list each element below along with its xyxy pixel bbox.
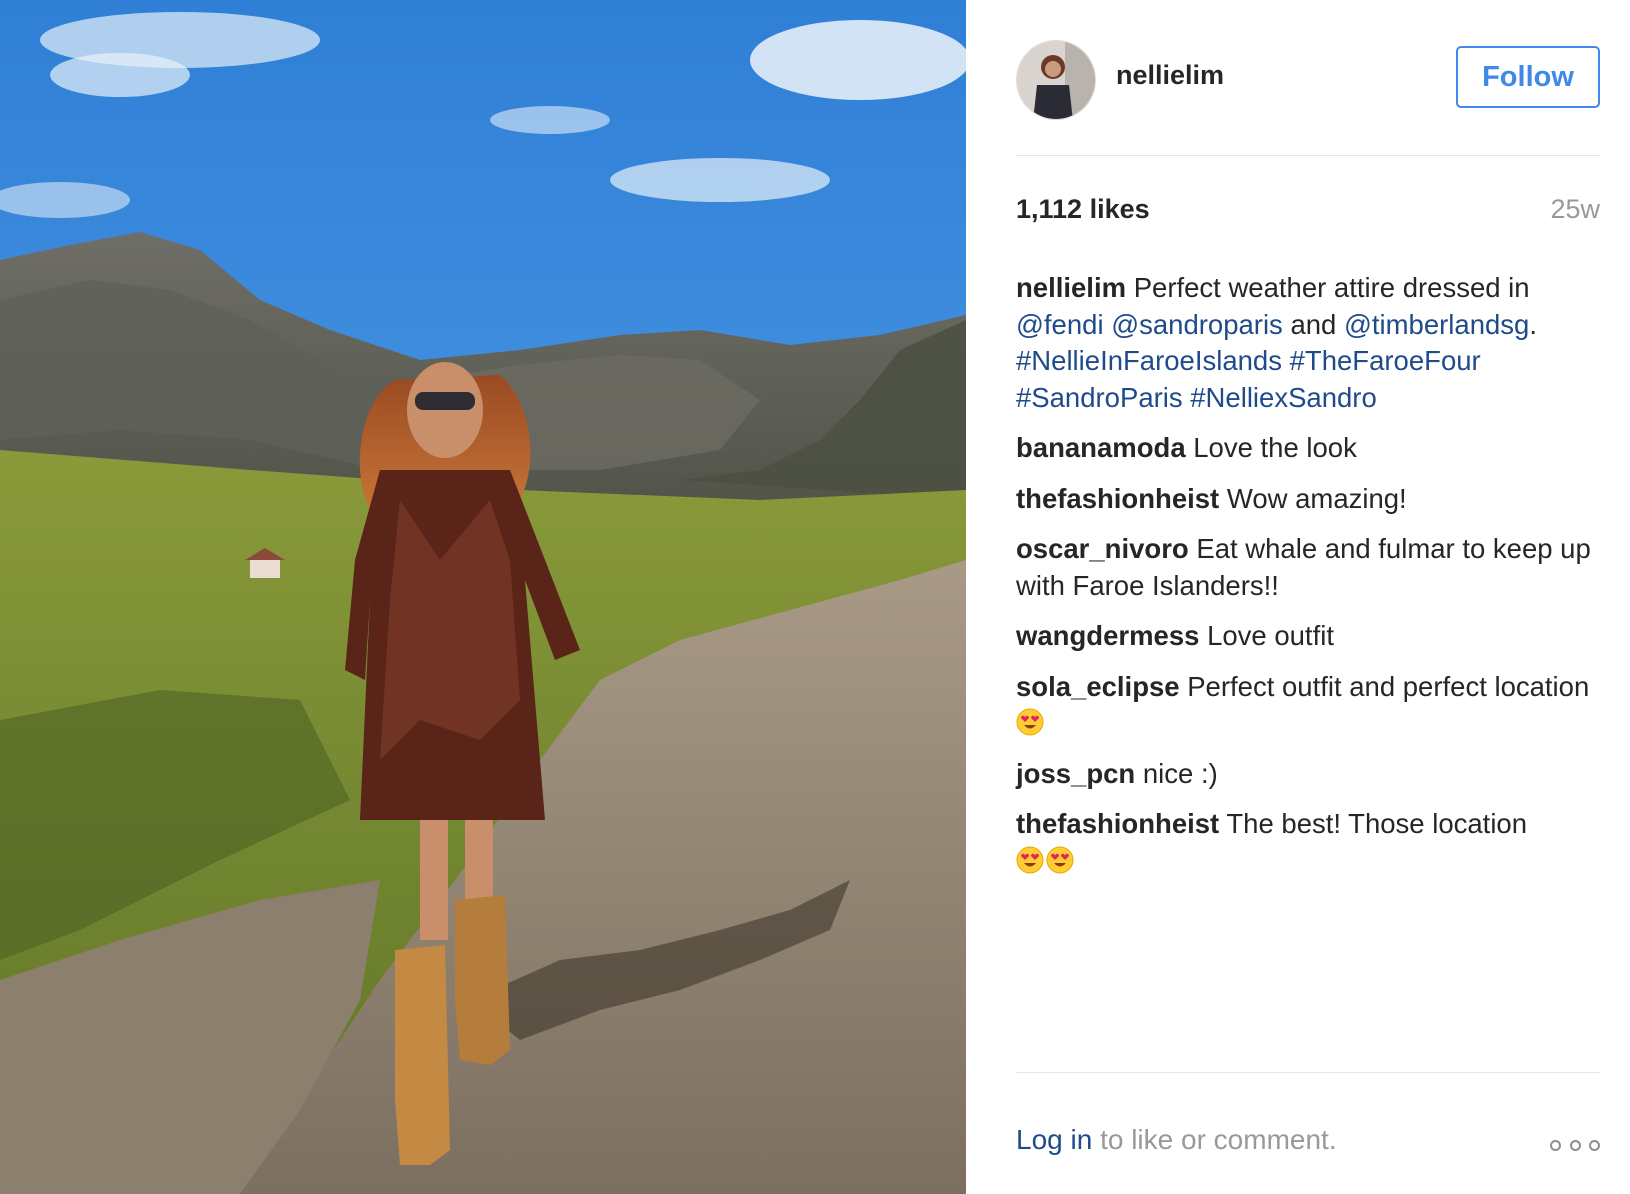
comments-list: nellielim Perfect weather attire dressed… bbox=[1016, 270, 1600, 893]
post-footer: Log in to like or comment. bbox=[1016, 1116, 1600, 1166]
hashtag-link[interactable]: #NelliexSandro bbox=[1190, 382, 1377, 413]
caption-text: Perfect weather attire dressed in bbox=[1133, 272, 1530, 303]
post-sidebar: nellielim Follow 1,112 likes 25w nelliel… bbox=[1016, 0, 1600, 1194]
heart-eyes-emoji-icon bbox=[1016, 708, 1044, 736]
comment-author[interactable]: thefashionheist bbox=[1016, 808, 1219, 839]
login-suffix: to like or comment. bbox=[1100, 1124, 1337, 1155]
hashtag-link[interactable]: #TheFaroeFour bbox=[1290, 345, 1481, 376]
comment-item: wangdermess Love outfit bbox=[1016, 618, 1600, 655]
caption-text: . bbox=[1529, 308, 1537, 340]
comment-item: joss_pcn nice :) bbox=[1016, 756, 1600, 793]
heart-eyes-emoji-icon bbox=[1046, 846, 1074, 874]
footer-divider bbox=[1016, 1072, 1600, 1073]
header-divider bbox=[1016, 155, 1600, 156]
post-photo[interactable] bbox=[0, 0, 966, 1194]
follow-button[interactable]: Follow bbox=[1456, 46, 1600, 108]
likes-count[interactable]: 1,112 likes bbox=[1016, 194, 1150, 225]
comment-text: nice :) bbox=[1142, 757, 1218, 789]
comment-text: Perfect outfit and perfect location bbox=[1187, 670, 1590, 702]
comment-text: Wow amazing! bbox=[1226, 482, 1407, 514]
dot-icon bbox=[1550, 1139, 1561, 1151]
heart-eyes-emoji-icon bbox=[1016, 846, 1044, 874]
comment-author[interactable]: joss_pcn bbox=[1016, 758, 1135, 789]
comment-author[interactable]: thefashionheist bbox=[1016, 483, 1219, 514]
more-options-icon[interactable] bbox=[1550, 1138, 1600, 1152]
comment-item: sola_eclipse Perfect outfit and perfect … bbox=[1016, 669, 1600, 742]
dot-icon bbox=[1569, 1139, 1581, 1151]
caption-author[interactable]: nellielim bbox=[1016, 272, 1126, 303]
landscape-photo-illustration bbox=[0, 0, 966, 1194]
dot-icon bbox=[1589, 1139, 1600, 1151]
likes-row: 1,112 likes 25w bbox=[1016, 194, 1600, 234]
comment-text: Love the look bbox=[1193, 432, 1357, 463]
comment-item: thefashionheist Wow amazing! bbox=[1016, 481, 1600, 518]
comment-author[interactable]: sola_eclipse bbox=[1016, 671, 1180, 702]
comment-text: The best! Those location bbox=[1226, 808, 1528, 839]
mention-link[interactable]: @timberlandsg bbox=[1344, 309, 1529, 340]
profile-avatar[interactable] bbox=[1016, 40, 1096, 120]
comment-item: bananamoda Love the look bbox=[1016, 430, 1600, 467]
comment-item: thefashionheist The best! Those location bbox=[1016, 806, 1600, 879]
hashtag-link[interactable]: #SandroParis bbox=[1016, 382, 1183, 413]
post-header: nellielim Follow bbox=[1016, 36, 1600, 120]
comment-author[interactable]: bananamoda bbox=[1016, 432, 1186, 463]
avatar-icon bbox=[1017, 41, 1095, 119]
hashtag-link[interactable]: #NellieInFaroeIslands bbox=[1016, 345, 1282, 376]
post-username[interactable]: nellielim bbox=[1116, 60, 1224, 91]
mention-link[interactable]: @fendi bbox=[1016, 309, 1104, 340]
comment-text: Love outfit bbox=[1207, 620, 1334, 651]
mention-link[interactable]: @sandroparis bbox=[1111, 309, 1283, 340]
comment-author[interactable]: wangdermess bbox=[1016, 620, 1199, 651]
caption-text: and bbox=[1290, 308, 1337, 340]
comment-author[interactable]: oscar_nivoro bbox=[1016, 533, 1189, 564]
comment-item: oscar_nivoro Eat whale and fulmar to kee… bbox=[1016, 531, 1600, 604]
post-timestamp[interactable]: 25w bbox=[1550, 194, 1600, 225]
caption: nellielim Perfect weather attire dressed… bbox=[1016, 270, 1600, 416]
login-link[interactable]: Log in bbox=[1016, 1124, 1092, 1155]
instagram-post: nellielim Follow 1,112 likes 25w nelliel… bbox=[0, 0, 1630, 1194]
login-prompt: Log in to like or comment. bbox=[1016, 1124, 1337, 1156]
